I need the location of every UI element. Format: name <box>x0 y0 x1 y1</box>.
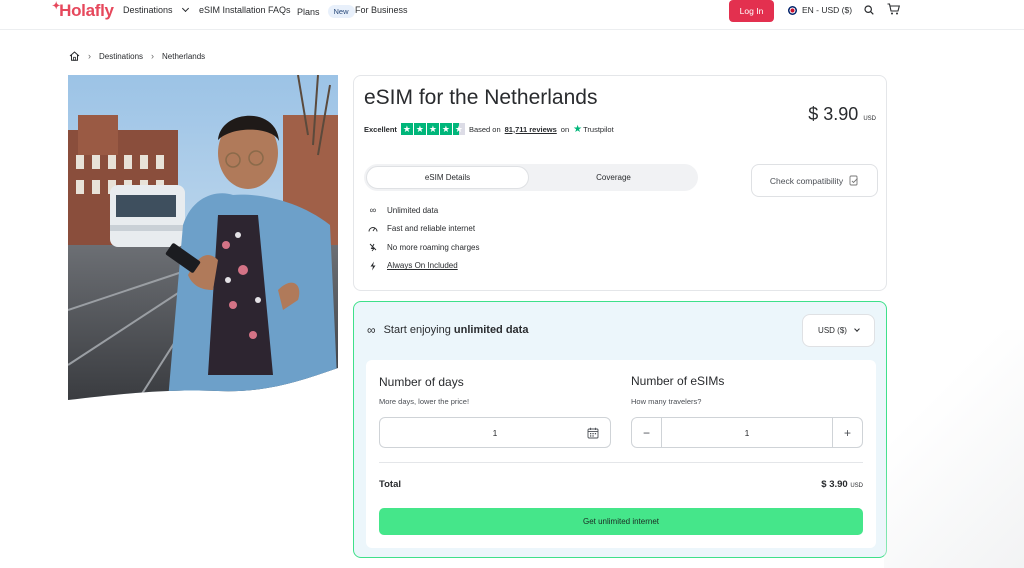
days-input[interactable]: 1 <box>379 417 611 448</box>
increment-button[interactable]: + <box>832 418 862 447</box>
trustpilot-label: Trustpilot <box>583 124 614 134</box>
total-price: $ 3.90 USD <box>821 479 863 490</box>
rating-based-on: Based on <box>468 124 501 134</box>
feature-item: No more roaming charges <box>368 238 479 257</box>
chevron-down-icon <box>181 4 189 13</box>
star-icon: ★ <box>400 123 413 135</box>
calendar-icon[interactable] <box>587 427 599 439</box>
speedometer-icon <box>368 227 378 232</box>
esims-stepper: − 1 + <box>631 417 863 448</box>
currency-select[interactable]: USD ($) <box>802 314 875 347</box>
days-sublabel: More days, lower the price! <box>379 397 470 406</box>
feature-list: ∞ Unlimited data Fast and reliable inter… <box>368 201 479 275</box>
nav-for-business[interactable]: For Business <box>355 5 408 15</box>
decrement-button[interactable]: − <box>632 418 662 447</box>
language-currency-selector[interactable]: EN - USD ($) <box>788 5 852 15</box>
new-badge: New <box>327 5 355 18</box>
infinity-icon: ∞ <box>369 205 377 216</box>
infinity-icon: ∞ <box>367 323 376 337</box>
nav-faqs[interactable]: FAQs <box>268 5 291 15</box>
nav-esim-installation[interactable]: eSIM Installation <box>199 5 266 15</box>
tab-esim-details[interactable]: eSIM Details <box>366 166 529 189</box>
background-decoration <box>884 330 1024 568</box>
feature-item: ∞ Unlimited data <box>369 205 439 216</box>
feature-item: Always On Included <box>368 257 479 276</box>
hero-image <box>68 75 338 400</box>
breadcrumb-netherlands: Netherlands <box>162 51 206 61</box>
no-roaming-icon <box>369 243 377 252</box>
esims-label: Number of eSIMs <box>631 374 725 388</box>
product-price: $ 3.90 USD <box>808 104 876 124</box>
always-on-link[interactable]: Always On Included <box>387 261 458 270</box>
rating-label: Excellent <box>364 124 397 134</box>
cart-icon[interactable] <box>887 3 900 15</box>
holafly-logo[interactable]: ✦Holafly <box>52 1 114 21</box>
esims-sublabel: How many travelers? <box>631 397 702 406</box>
home-icon[interactable] <box>69 51 80 61</box>
trustpilot-rating: Excellent ★ ★ ★ ★ ★ Based on 81,711 revi… <box>364 123 614 135</box>
feature-item: Fast and reliable internet <box>368 220 479 239</box>
breadcrumb: › Destinations › Netherlands <box>69 51 205 61</box>
half-star-icon: ★ <box>452 123 465 135</box>
page-title: eSIM for the Netherlands <box>364 86 598 109</box>
divider <box>379 462 863 463</box>
nav-plans[interactable]: Plans New <box>297 5 355 18</box>
phone-check-icon <box>849 175 858 186</box>
get-unlimited-internet-button[interactable]: Get unlimited internet <box>379 508 863 535</box>
rating-on: on <box>560 124 570 134</box>
tab-coverage[interactable]: Coverage <box>531 166 696 189</box>
lightning-icon <box>370 261 376 271</box>
check-compatibility-button[interactable]: Check compatibility <box>751 164 878 197</box>
details-tabs: eSIM Details Coverage <box>364 164 698 191</box>
login-button[interactable]: Log In <box>729 0 774 22</box>
plan-selector: ∞ Start enjoying unlimited data USD ($) … <box>353 301 887 558</box>
product-card: eSIM for the Netherlands $ 3.90 USD Exce… <box>353 75 887 291</box>
breadcrumb-separator: › <box>88 51 91 61</box>
star-icon: ★ <box>426 123 439 135</box>
trustpilot-star-icon: ★ <box>573 123 583 135</box>
star-icon: ★ <box>439 123 452 135</box>
breadcrumb-separator: › <box>151 51 155 61</box>
chevron-down-icon <box>854 326 860 332</box>
nav-destinations[interactable]: Destinations <box>123 4 189 15</box>
plan-heading: ∞ Start enjoying unlimited data <box>367 323 529 337</box>
top-navigation: ✦Holafly Destinations eSIM Installation … <box>0 0 1024 30</box>
breadcrumb-destinations[interactable]: Destinations <box>99 52 143 61</box>
esims-value[interactable]: 1 <box>662 418 832 447</box>
reviews-link[interactable]: 81,711 reviews <box>505 125 557 134</box>
uk-flag-icon <box>788 5 797 15</box>
search-icon[interactable] <box>864 5 874 15</box>
star-icon: ★ <box>413 123 426 135</box>
rating-stars: ★ ★ ★ ★ ★ <box>400 123 465 135</box>
total-label: Total <box>379 479 401 490</box>
days-label: Number of days <box>379 375 464 389</box>
plan-form: Number of days More days, lower the pric… <box>366 360 876 548</box>
